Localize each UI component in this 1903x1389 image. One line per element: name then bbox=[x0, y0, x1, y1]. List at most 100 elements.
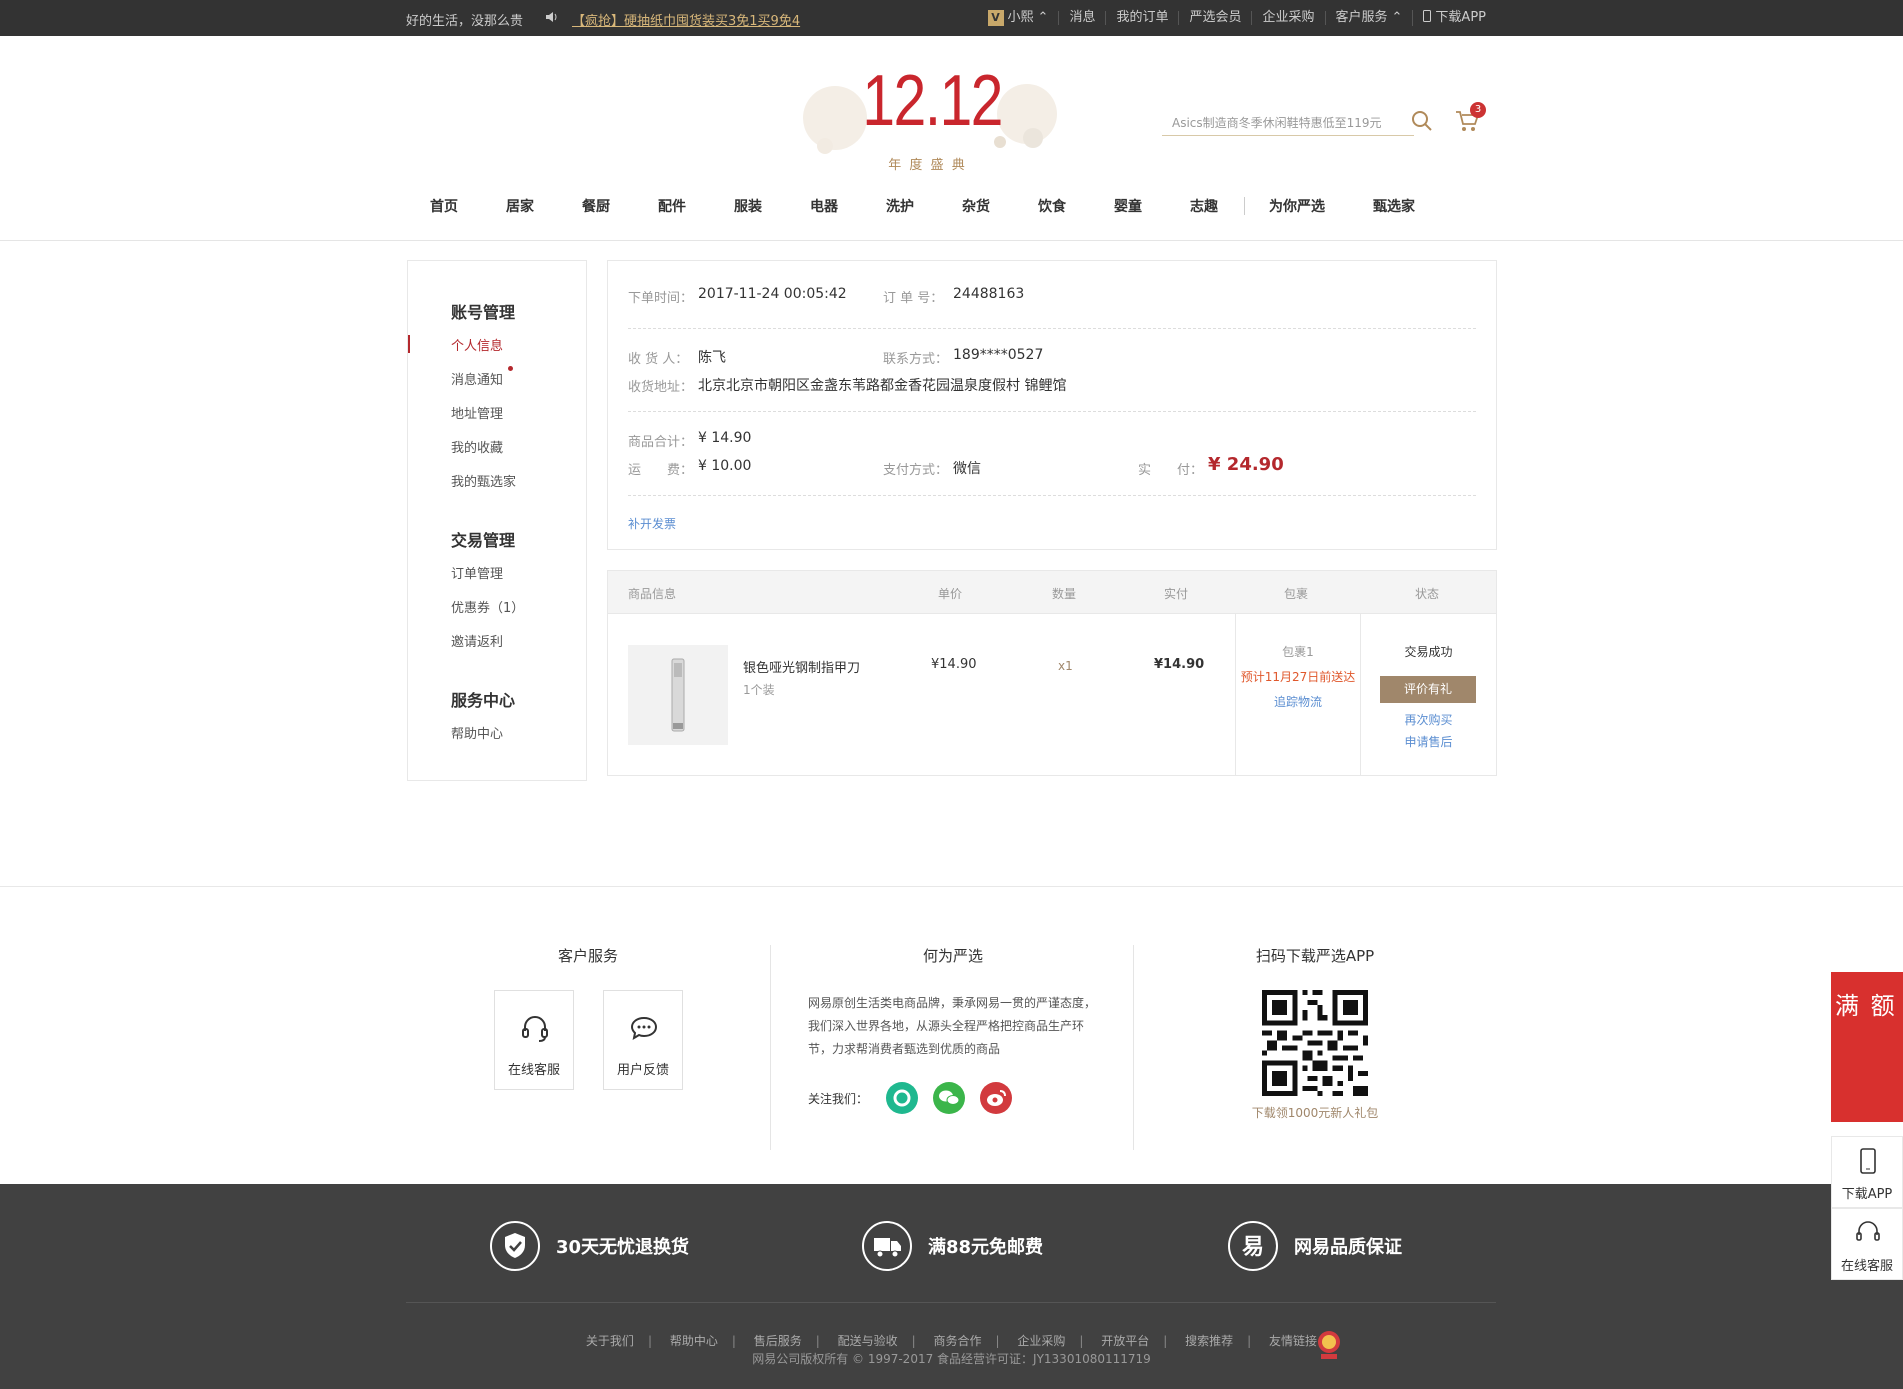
track-link[interactable]: 追踪物流 bbox=[1236, 693, 1360, 710]
footer-link-search[interactable]: 搜索推荐 bbox=[1175, 1334, 1243, 1348]
sidebar-item-orders[interactable]: 订单管理 bbox=[451, 563, 503, 582]
cart-count-badge: 3 bbox=[1470, 102, 1486, 118]
sidebar-item-coupons[interactable]: 优惠券（1） bbox=[451, 597, 524, 616]
group-account: 账号管理 bbox=[451, 303, 516, 322]
paid-total: ¥ 24.90 bbox=[1208, 454, 1284, 475]
nav-kitchen[interactable]: 餐厨 bbox=[582, 196, 610, 216]
online-service-label: 在线客服 bbox=[507, 1063, 560, 1078]
footer-link-help[interactable]: 帮助中心 bbox=[660, 1334, 728, 1348]
product-name[interactable]: 银色哑光钢制指甲刀 bbox=[743, 657, 860, 676]
feedback-button[interactable]: 用户反馈 bbox=[603, 990, 683, 1090]
float-download-app[interactable]: 下载APP bbox=[1831, 1136, 1903, 1208]
follow-label: 关注我们： bbox=[808, 1092, 869, 1106]
speaker-icon bbox=[544, 9, 560, 25]
goods-table: 商品信息 单价 数量 实付 包裹 状态 银色哑光钢制指甲刀 1个装 ¥14.90… bbox=[607, 570, 1497, 776]
subtotal: ¥ 14.90 bbox=[698, 430, 752, 446]
sidebar-item-favorites[interactable]: 我的收藏 bbox=[451, 437, 503, 456]
promo-float[interactable]: 满 额 bbox=[1831, 972, 1903, 1122]
float-online-service[interactable]: 在线客服 bbox=[1831, 1208, 1903, 1280]
delivery-eta: 预计11月27日前送达 bbox=[1240, 670, 1356, 684]
nav-home-living[interactable]: 居家 bbox=[506, 196, 534, 216]
invoice-link[interactable]: 补开发票 bbox=[628, 515, 676, 532]
user-name: 小熙 bbox=[1007, 10, 1034, 25]
nav-hobbies[interactable]: 志趣 bbox=[1190, 196, 1218, 216]
nav-food[interactable]: 饮食 bbox=[1038, 196, 1066, 216]
shipping-label: 运 费： bbox=[628, 463, 694, 478]
footer-link-open-platform[interactable]: 开放平台 bbox=[1091, 1334, 1159, 1348]
package-label: 包裹1 bbox=[1282, 645, 1314, 659]
unread-dot bbox=[508, 366, 513, 371]
group-service: 服务中心 bbox=[451, 691, 516, 710]
col-goods: 商品信息 bbox=[628, 587, 677, 601]
nav-divider bbox=[1244, 197, 1245, 215]
feature-quality: 易 网易品质保证 bbox=[1228, 1221, 1402, 1271]
membership-link[interactable]: 严选会员 bbox=[1178, 11, 1251, 25]
police-badge-icon[interactable] bbox=[1315, 1329, 1343, 1361]
promo-float-label: 满 额 bbox=[1835, 992, 1897, 1020]
unit-price: ¥14.90 bbox=[931, 657, 977, 672]
customer-service-menu[interactable]: 客户服务 ⌃ bbox=[1324, 11, 1413, 25]
search-icon[interactable] bbox=[1410, 109, 1434, 133]
nav-home[interactable]: 首页 bbox=[430, 196, 458, 216]
top-bar: 好的生活，没那么贵 【疯抢】硬抽纸巾囤货装买3免1买9免4 V 小熙 ⌃ 消息 … bbox=[0, 0, 1903, 36]
feature-free-shipping-label: 满88元免邮费 bbox=[928, 1237, 1044, 1258]
footer-link-aftersale[interactable]: 售后服务 bbox=[744, 1334, 812, 1348]
nav-sundries[interactable]: 杂货 bbox=[962, 196, 990, 216]
truck-icon bbox=[862, 1221, 912, 1271]
nav-clothing[interactable]: 服装 bbox=[734, 196, 762, 216]
payment-method-label: 支付方式： bbox=[883, 463, 949, 478]
logo-sub: 年 度 盛 典 bbox=[888, 158, 967, 173]
weibo-icon[interactable] bbox=[980, 1082, 1012, 1114]
enterprise-link[interactable]: 企业采购 bbox=[1251, 11, 1324, 25]
footer-links: 关于我们 | 帮助中心 | 售后服务 | 配送与验收 | 商务合作 | 企业采购 | 开放平… bbox=[0, 1332, 1903, 1349]
chevron-up-icon: ⌃ bbox=[1037, 10, 1049, 25]
logo-main: 12.12 bbox=[862, 61, 1003, 141]
download-app-label: 下载APP bbox=[1435, 10, 1486, 25]
search-input[interactable]: Asics制造商冬季休闲鞋特惠低至119元 bbox=[1162, 106, 1414, 136]
product-thumbnail[interactable] bbox=[628, 645, 728, 745]
download-app-link[interactable]: 下载APP bbox=[1412, 10, 1496, 26]
nav-for-you[interactable]: 为你严选 bbox=[1269, 196, 1325, 216]
wechat-icon[interactable] bbox=[933, 1082, 965, 1114]
float-download-label: 下载APP bbox=[1841, 1187, 1893, 1202]
quantity: x1 bbox=[1058, 659, 1073, 673]
logo[interactable]: 12.12 年 度 盛 典 bbox=[795, 58, 1060, 178]
receiver-label: 收 货 人： bbox=[628, 352, 689, 367]
footer-column-divider bbox=[1133, 945, 1134, 1150]
sidebar-item-referral[interactable]: 邀请返利 bbox=[451, 631, 503, 650]
user-menu[interactable]: V 小熙 ⌃ bbox=[978, 10, 1059, 26]
yixin-icon[interactable] bbox=[886, 1082, 918, 1114]
promo-link[interactable]: 【疯抢】硬抽纸巾囤货装买3免1买9免4 bbox=[572, 10, 800, 29]
payment-method: 微信 bbox=[953, 461, 981, 477]
main-nav: 首页 居家 餐厨 配件 服装 电器 洗护 杂货 饮食 婴童 志趣 为你严选 甄选… bbox=[430, 191, 1463, 221]
nav-appliances[interactable]: 电器 bbox=[810, 196, 838, 216]
slogan: 好的生活，没那么贵 bbox=[406, 14, 524, 29]
feature-quality-label: 网易品质保证 bbox=[1294, 1237, 1402, 1258]
footer-link-delivery[interactable]: 配送与验收 bbox=[828, 1334, 908, 1348]
footer-link-enterprise[interactable]: 企业采购 bbox=[1007, 1334, 1075, 1348]
review-button[interactable]: 评价有礼 bbox=[1380, 676, 1476, 703]
svg-text:易: 易 bbox=[1242, 1235, 1264, 1260]
my-orders-link[interactable]: 我的订单 bbox=[1105, 11, 1178, 25]
sidebar-item-help[interactable]: 帮助中心 bbox=[451, 723, 503, 742]
nav-accessories[interactable]: 配件 bbox=[658, 196, 686, 216]
item-paid: ¥14.90 bbox=[1154, 657, 1205, 672]
sidebar-item-addresses[interactable]: 地址管理 bbox=[451, 403, 503, 422]
nav-baby[interactable]: 婴童 bbox=[1114, 196, 1142, 216]
vip-badge: V bbox=[987, 10, 1004, 26]
online-service-button[interactable]: 在线客服 bbox=[494, 990, 574, 1090]
aftersale-link[interactable]: 申请售后 bbox=[1361, 733, 1496, 750]
col-status: 状态 bbox=[1415, 587, 1440, 601]
sidebar-item-notifications[interactable]: 消息通知 bbox=[451, 369, 503, 388]
messages-link[interactable]: 消息 bbox=[1058, 11, 1105, 25]
nav-selector[interactable]: 甄选家 bbox=[1373, 196, 1415, 216]
footer-link-about[interactable]: 关于我们 bbox=[576, 1334, 644, 1348]
footer-link-business[interactable]: 商务合作 bbox=[923, 1334, 991, 1348]
table-header: 商品信息 单价 数量 实付 包裹 状态 bbox=[608, 571, 1496, 614]
rebuy-link[interactable]: 再次购买 bbox=[1361, 711, 1496, 728]
product-spec: 1个装 bbox=[743, 683, 775, 697]
nav-care[interactable]: 洗护 bbox=[886, 196, 914, 216]
sidebar-item-profile[interactable]: 个人信息 bbox=[451, 335, 503, 354]
sidebar-item-my-selector[interactable]: 我的甄选家 bbox=[451, 471, 516, 490]
address: 北京北京市朝阳区金盏东苇路都金香花园温泉度假村 锦鲤馆 bbox=[698, 378, 1067, 394]
